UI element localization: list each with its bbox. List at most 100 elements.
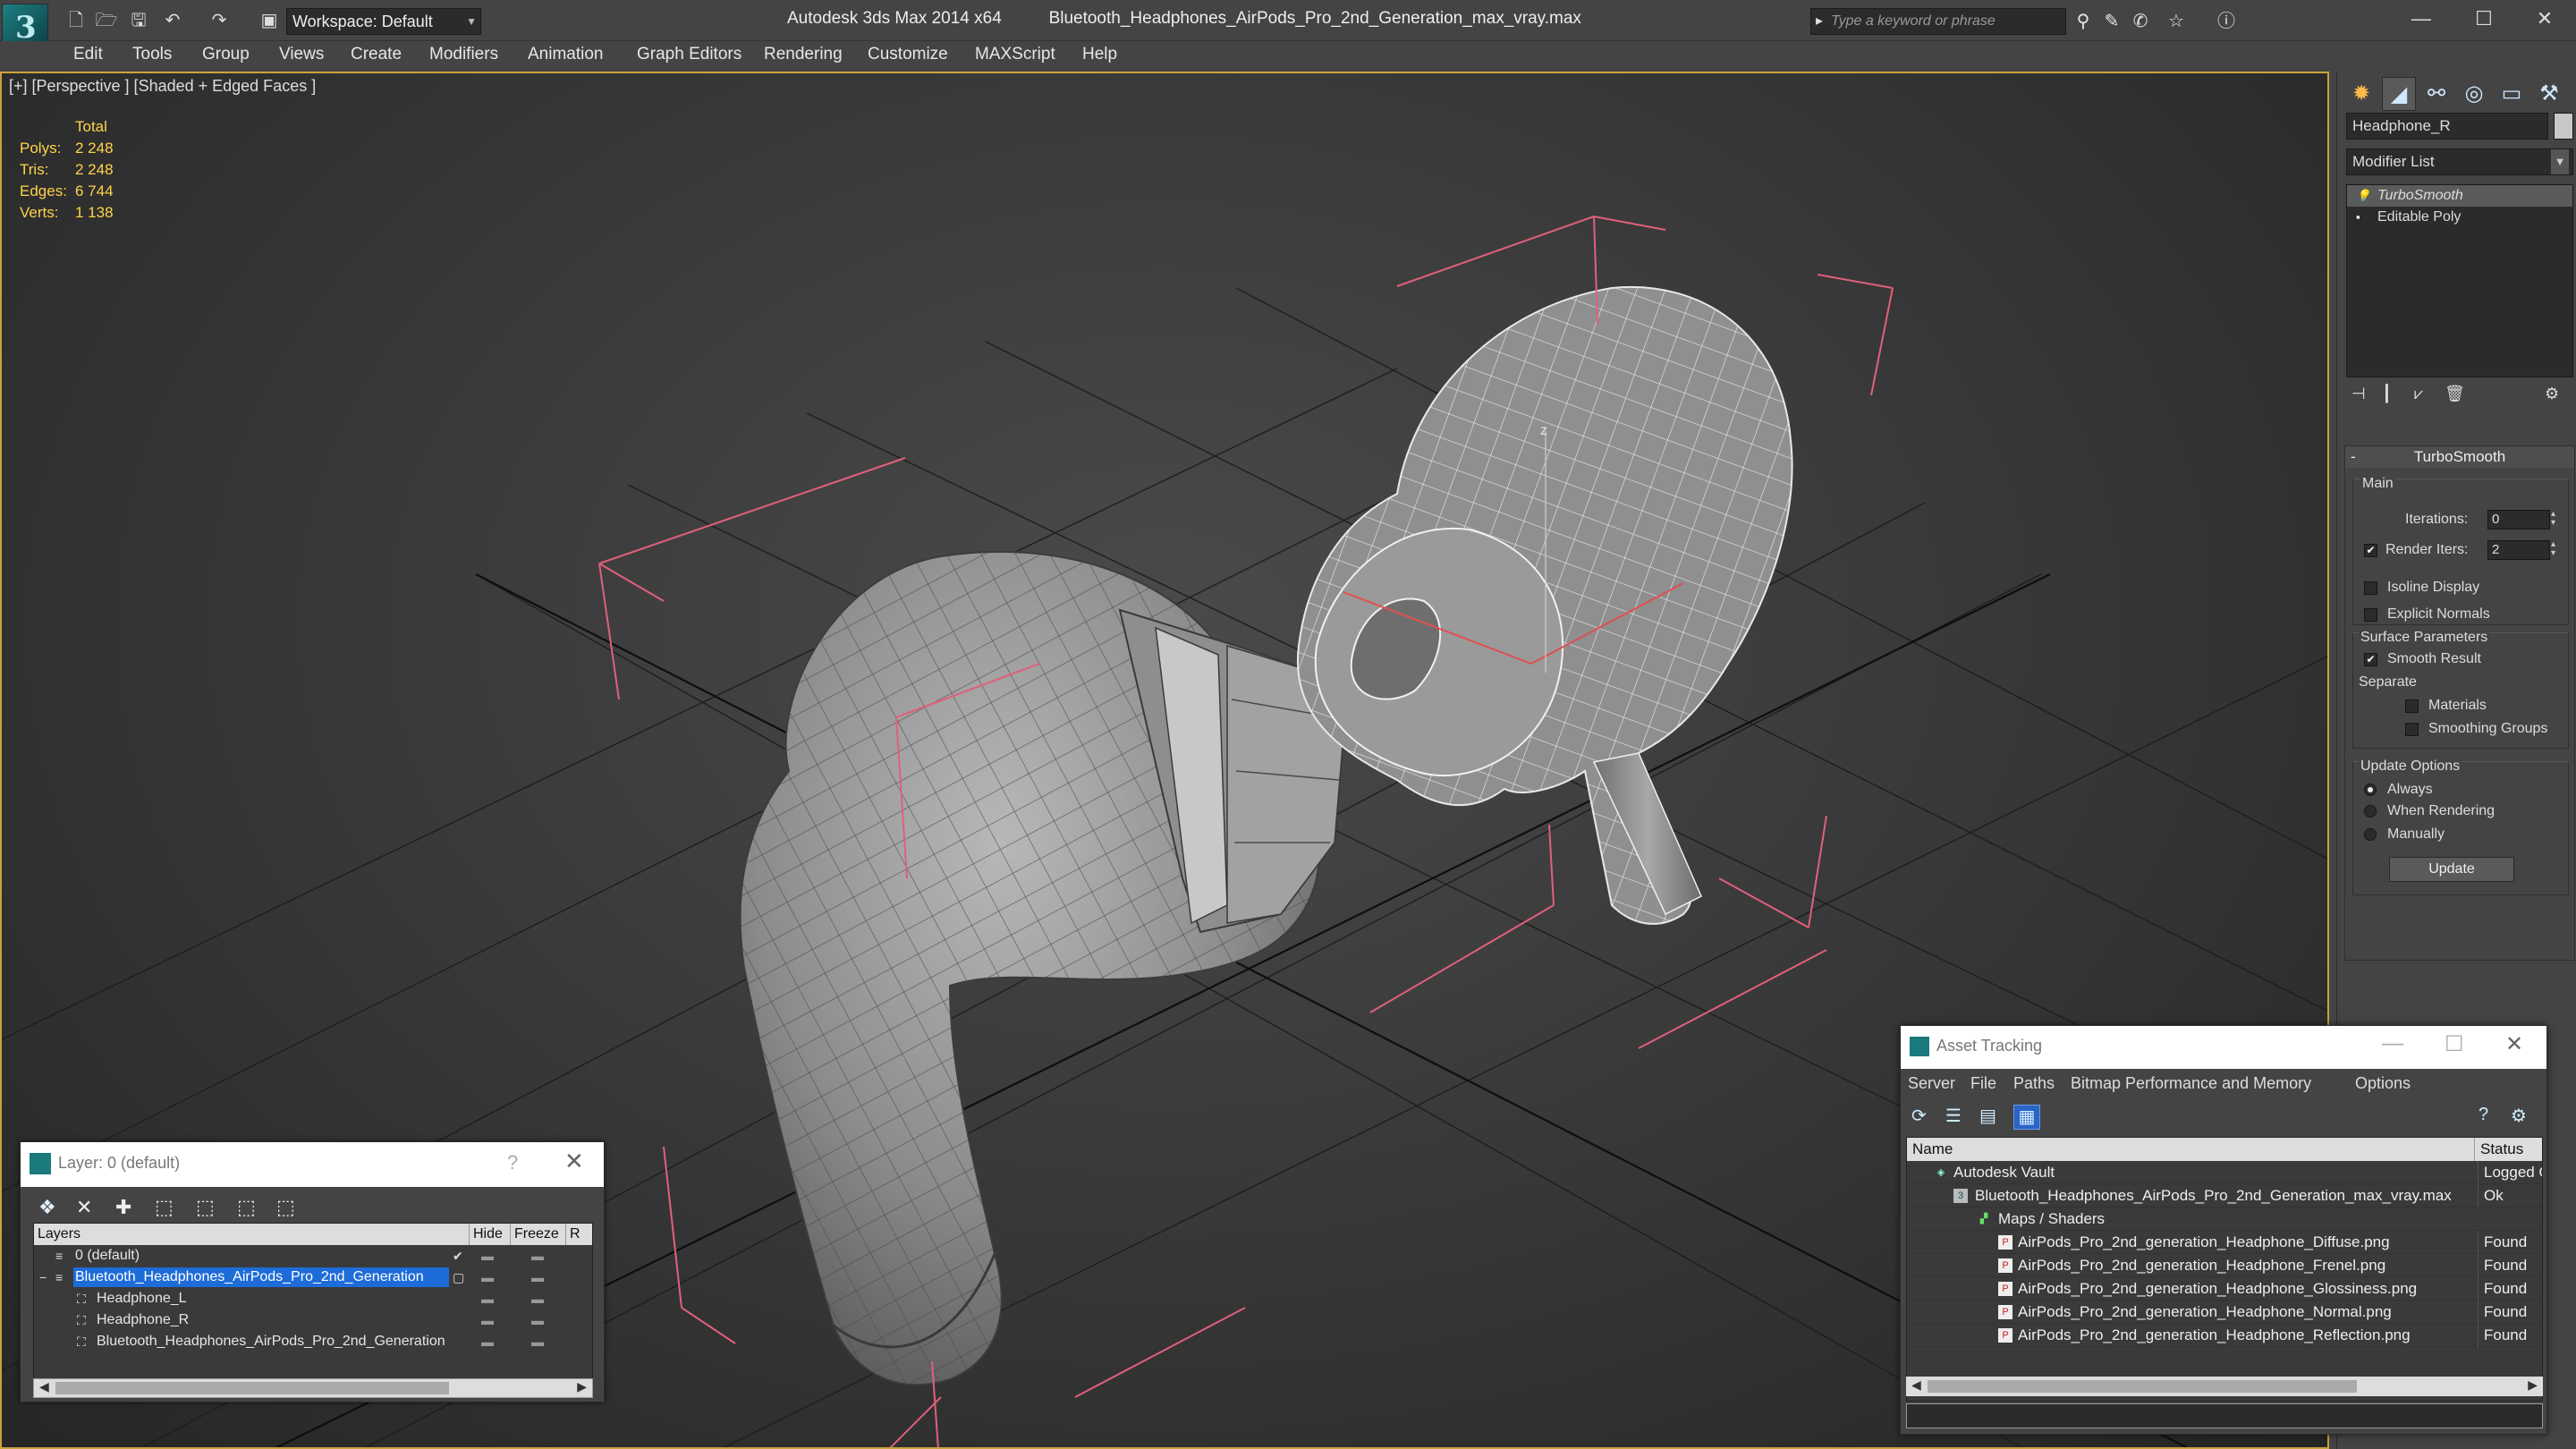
asset-row[interactable]: ▞ Maps / Shaders — [1907, 1208, 2542, 1231]
utilities-tab-hammer-icon[interactable]: ⚒ — [2532, 77, 2566, 111]
undo-icon[interactable]: ↶ — [161, 9, 184, 32]
hide-toggle[interactable]: ▬ — [481, 1331, 494, 1352]
list-view-icon[interactable]: ☰ — [1945, 1105, 1962, 1127]
menu-tools[interactable]: Tools — [132, 45, 172, 64]
object-name-field[interactable]: Headphone_R — [2346, 113, 2548, 140]
settings-icon[interactable]: ⚙ — [2511, 1105, 2527, 1127]
iterations-spinner[interactable]: 0 — [2487, 510, 2563, 530]
layer-row[interactable]: ⛶ Headphone_L ▬ ▬ — [34, 1288, 592, 1309]
menu-create[interactable]: Create — [351, 45, 402, 64]
col-name[interactable]: Name — [1907, 1138, 1953, 1161]
freeze-toggle[interactable]: ▬ — [531, 1309, 544, 1331]
minimize-button[interactable]: — — [2390, 0, 2453, 39]
project-folder-icon[interactable]: ▣ — [258, 9, 281, 32]
configure-modifier-sets-icon[interactable]: ⚙ — [2545, 385, 2559, 403]
modifier-stack[interactable]: 💡 TurboSmooth ▪ Editable Poly — [2346, 184, 2573, 377]
active-check-icon[interactable]: ✔ — [453, 1245, 463, 1267]
close-button[interactable]: ✕ — [2513, 0, 2576, 39]
delete-layer-icon[interactable]: ✕ — [76, 1196, 92, 1219]
maximize-button[interactable]: ☐ — [2453, 0, 2515, 39]
pin-stack-icon[interactable]: ⊣ — [2351, 385, 2366, 403]
menu-animation[interactable]: Animation — [528, 45, 604, 64]
menu-maxscript[interactable]: MAXScript — [975, 45, 1055, 64]
isoline-display-checkbox[interactable] — [2364, 581, 2377, 595]
freeze-toggle[interactable]: ▬ — [531, 1331, 544, 1352]
layer-row[interactable]: ⛶ Headphone_R ▬ ▬ — [34, 1309, 592, 1331]
hide-toggle[interactable]: ▬ — [481, 1309, 494, 1331]
help-icon[interactable]: ? — [2479, 1105, 2488, 1125]
lightbulb-icon[interactable]: 💡 — [2356, 190, 2370, 202]
redo-icon[interactable]: ↷ — [208, 9, 231, 32]
stack-item-editable-poly[interactable]: ▪ Editable Poly — [2347, 207, 2572, 228]
col-layers[interactable]: Layers — [34, 1224, 80, 1245]
asset-dialog-titlebar[interactable]: Asset Tracking — ☐ ✕ — [1901, 1026, 2546, 1069]
save-file-icon[interactable]: 🖫 — [127, 9, 150, 32]
col-render[interactable]: R — [565, 1224, 580, 1245]
freeze-toggle[interactable]: ▬ — [531, 1267, 544, 1288]
render-iters-checkbox[interactable]: ✔ — [2364, 544, 2377, 557]
asset-row[interactable]: P AirPods_Pro_2nd_generation_Headphone_G… — [1907, 1277, 2542, 1301]
hierarchy-tab-icon[interactable]: ⚯ — [2419, 77, 2453, 111]
refresh-icon[interactable]: ⟳ — [1911, 1105, 1927, 1127]
maximize-button[interactable]: ☐ — [2445, 1031, 2464, 1057]
layer-row[interactable]: − ≡ Bluetooth_Headphones_AirPods_Pro_2nd… — [34, 1267, 592, 1288]
update-always-radio[interactable] — [2364, 784, 2377, 796]
hide-all-icon[interactable]: ⬚ — [237, 1196, 256, 1219]
asset-row[interactable]: 3 Bluetooth_Headphones_AirPods_Pro_2nd_G… — [1907, 1184, 2542, 1208]
update-button[interactable]: Update — [2389, 857, 2514, 882]
hide-toggle[interactable]: ▬ — [481, 1288, 494, 1309]
menu-views[interactable]: Views — [279, 45, 324, 64]
viewport-label[interactable]: [+] [Perspective ] [Shaded + Edged Faces… — [9, 77, 316, 96]
menu-file[interactable]: File — [1970, 1074, 1996, 1093]
menu-options[interactable]: Options — [2355, 1074, 2411, 1093]
scroll-left-icon[interactable]: ◀ — [39, 1379, 49, 1394]
select-objects-icon[interactable]: ⬚ — [155, 1196, 174, 1219]
stack-item-turbosmooth[interactable]: 💡 TurboSmooth — [2347, 185, 2572, 207]
freeze-toggle[interactable]: ▬ — [531, 1245, 544, 1267]
set-current-box-icon[interactable]: ▢ — [453, 1267, 464, 1288]
add-to-layer-icon[interactable]: ✚ — [115, 1196, 131, 1219]
remove-modifier-icon[interactable]: 🗑 — [2445, 385, 2465, 403]
help-icon[interactable]: ⓘ — [2215, 11, 2238, 32]
explicit-normals-checkbox[interactable] — [2364, 608, 2377, 622]
new-file-icon[interactable]: 🗋 — [64, 9, 88, 32]
horizontal-scrollbar[interactable]: ◀ ▶ — [1906, 1377, 2543, 1396]
create-tab-sun-icon[interactable]: ✹ — [2344, 77, 2378, 111]
freeze-all-icon[interactable]: ⬚ — [276, 1196, 295, 1219]
update-when-rendering-radio[interactable] — [2364, 805, 2377, 818]
separate-smoothing-groups-checkbox[interactable] — [2405, 723, 2419, 736]
motion-tab-icon[interactable]: ◎ — [2457, 77, 2491, 111]
scroll-left-icon[interactable]: ◀ — [1911, 1377, 1921, 1393]
menu-bitmap-performance[interactable]: Bitmap Performance and Memory — [2071, 1074, 2311, 1093]
col-hide[interactable]: Hide — [469, 1224, 510, 1245]
menu-modifiers[interactable]: Modifiers — [429, 45, 498, 64]
hide-toggle[interactable]: ▬ — [481, 1267, 494, 1288]
render-iters-spinner[interactable]: 2 — [2487, 540, 2563, 560]
help-button[interactable]: ? — [507, 1151, 518, 1174]
hide-toggle[interactable]: ▬ — [481, 1245, 494, 1267]
close-button[interactable]: ✕ — [564, 1148, 584, 1175]
binoculars-icon[interactable]: ⚲ — [2072, 11, 2095, 32]
scroll-thumb[interactable] — [55, 1382, 449, 1394]
expand-plus-icon[interactable]: ▪ — [2356, 211, 2367, 224]
menu-rendering[interactable]: Rendering — [764, 45, 843, 64]
smooth-result-checkbox[interactable]: ✔ — [2364, 653, 2377, 666]
menu-customize[interactable]: Customize — [868, 45, 948, 64]
modifier-list-dropdown[interactable]: Modifier List — [2346, 148, 2573, 175]
asset-row[interactable]: P AirPods_Pro_2nd_generation_Headphone_N… — [1907, 1301, 2542, 1324]
separate-materials-checkbox[interactable] — [2405, 699, 2419, 713]
menu-edit[interactable]: Edit — [73, 45, 103, 64]
table-view-icon[interactable]: ▦ — [2013, 1105, 2040, 1130]
asset-row[interactable]: P AirPods_Pro_2nd_generation_Headphone_R… — [1907, 1324, 2542, 1347]
col-status[interactable]: Status — [2474, 1138, 2523, 1161]
open-file-icon[interactable]: 🗁 — [95, 9, 118, 32]
communication-icon[interactable]: ✆ — [2129, 11, 2152, 32]
close-button[interactable]: ✕ — [2505, 1031, 2523, 1057]
menu-paths[interactable]: Paths — [2013, 1074, 2055, 1093]
scroll-right-icon[interactable]: ▶ — [577, 1379, 587, 1394]
show-end-result-icon[interactable]: ┃ — [2382, 385, 2392, 403]
rollout-title[interactable]: TurboSmooth — [2345, 446, 2574, 468]
col-freeze[interactable]: Freeze — [510, 1224, 565, 1245]
layer-row[interactable]: ⛶ Bluetooth_Headphones_AirPods_Pro_2nd_G… — [34, 1331, 592, 1352]
horizontal-scrollbar[interactable]: ◀ ▶ — [33, 1378, 593, 1398]
